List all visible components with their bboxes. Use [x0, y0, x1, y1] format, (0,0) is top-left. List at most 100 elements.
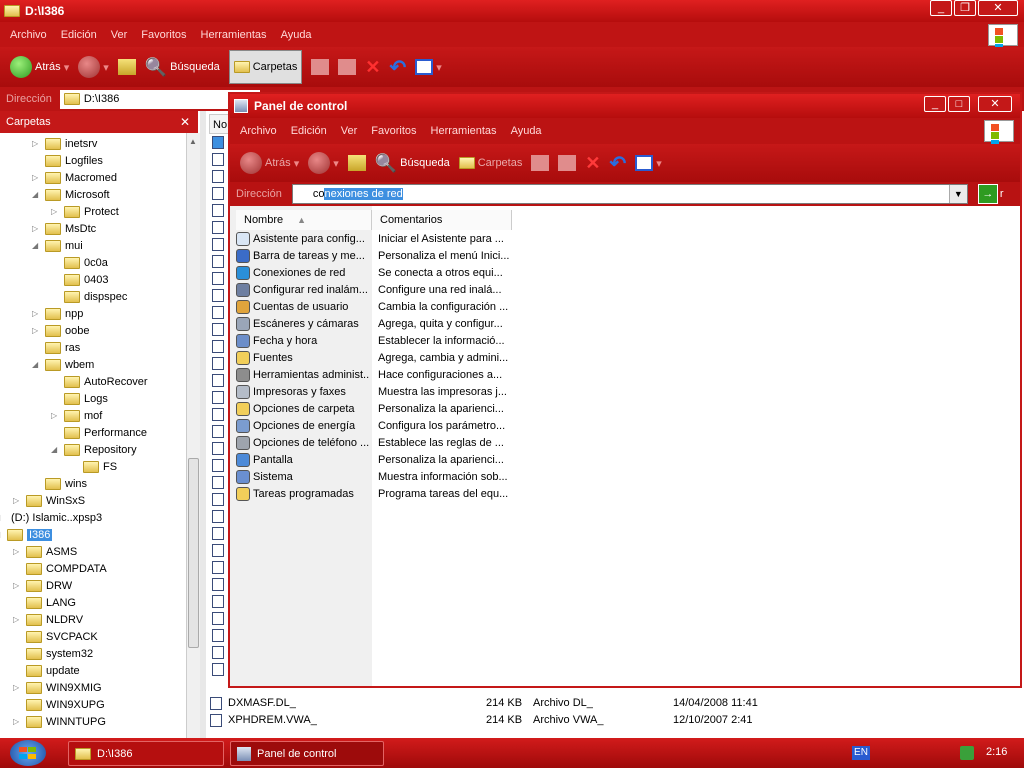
file-row[interactable]: XPHDREM.VWA_ 214 KB Archivo VWA_ 12/10/2… — [210, 712, 770, 728]
taskbar-button-i386[interactable]: D:\I386 — [68, 741, 224, 766]
tree-item[interactable]: ▷ MsDtc — [32, 220, 96, 237]
collapsed-arrow-icon[interactable]: ▷ — [32, 139, 41, 148]
collapsed-arrow-icon[interactable]: ▷ — [32, 326, 41, 335]
views-button[interactable]: ▾ — [415, 59, 442, 75]
file-icon[interactable] — [212, 153, 224, 166]
file-icon[interactable] — [212, 187, 224, 200]
collapsed-arrow-icon[interactable]: ▷ — [13, 683, 22, 692]
file-icon[interactable] — [212, 306, 224, 319]
tree-item[interactable]: ▷ WINNTUPG — [13, 713, 106, 730]
expanded-arrow-icon[interactable]: ◢ — [0, 530, 3, 539]
folders-button[interactable]: Carpetas — [458, 157, 522, 169]
collapsed-arrow-icon[interactable]: ▷ — [13, 581, 22, 590]
menu-archivo[interactable]: Archivo — [240, 125, 277, 137]
file-icon[interactable] — [212, 374, 224, 387]
tree-item[interactable]: ▷ WIN9XMIG — [13, 679, 102, 696]
file-icon[interactable] — [212, 527, 224, 540]
menu-ayuda[interactable]: Ayuda — [281, 29, 312, 41]
tree-item[interactable]: 0403 — [51, 271, 108, 288]
control-panel-item[interactable]: Opciones de energía Configura los parámet… — [230, 417, 510, 434]
tree-item[interactable]: ▷ NLDRV — [13, 611, 83, 628]
column-header-name[interactable]: Nombre ▲ — [236, 210, 372, 230]
file-icon[interactable] — [212, 544, 224, 557]
control-panel-item[interactable]: Opciones de carpeta Personaliza la aparie… — [230, 400, 510, 417]
back-button[interactable]: Atrás ▾ — [240, 152, 299, 174]
menu-ver[interactable]: Ver — [111, 29, 128, 41]
column-header-comments[interactable]: Comentarios — [372, 210, 512, 230]
delete-button[interactable]: ✕ — [365, 57, 380, 78]
tree-item[interactable]: system32 — [13, 645, 93, 662]
search-button[interactable]: 🔍 Búsqueda — [145, 57, 220, 78]
menu-herramientas[interactable]: Herramientas — [431, 125, 497, 137]
control-panel-item[interactable]: Asistente para config... Iniciar el Asist… — [230, 230, 510, 247]
tree-item[interactable]: 0c0a — [51, 254, 108, 271]
tree-item[interactable]: ◢ wbem — [32, 356, 94, 373]
control-panel-item[interactable]: Fuentes Agrega, cambia y admini... — [230, 349, 510, 366]
collapsed-arrow-icon[interactable]: ▷ — [32, 309, 41, 318]
file-icon[interactable] — [212, 170, 224, 183]
up-folder-button[interactable] — [117, 59, 136, 75]
back-button[interactable]: Atrás ▾ — [10, 56, 69, 78]
tree-item[interactable]: ▷ mof — [51, 407, 102, 424]
go-button[interactable]: → — [977, 184, 998, 204]
tree-item[interactable]: ▷ npp — [32, 305, 83, 322]
file-icon[interactable] — [212, 510, 224, 523]
menu-edicion[interactable]: Edición — [291, 125, 327, 137]
file-icon[interactable] — [212, 408, 224, 421]
menu-ayuda[interactable]: Ayuda — [511, 125, 542, 137]
maximize-button[interactable]: □ — [948, 96, 970, 112]
minimize-button[interactable]: _ — [924, 96, 946, 112]
expanded-arrow-icon[interactable]: ◢ — [51, 445, 60, 454]
tree-item[interactable]: update — [13, 662, 80, 679]
file-icon[interactable] — [212, 289, 224, 302]
file-icon[interactable] — [212, 663, 224, 676]
control-panel-item[interactable]: Impresoras y faxes Muestra las impresoras… — [230, 383, 510, 400]
tree-item[interactable]: Logfiles — [32, 152, 103, 169]
taskbar-button-control-panel[interactable]: Panel de control — [230, 741, 384, 766]
menu-herramientas[interactable]: Herramientas — [201, 29, 267, 41]
expanded-arrow-icon[interactable]: ◢ — [32, 360, 41, 369]
menu-archivo[interactable]: Archivo — [10, 29, 47, 41]
undo-button[interactable]: ↶ — [609, 151, 626, 176]
menu-favoritos[interactable]: Favoritos — [371, 125, 416, 137]
menu-edicion[interactable]: Edición — [61, 29, 97, 41]
address-input[interactable]: co nexiones de red ▼ — [291, 184, 968, 204]
control-panel-item[interactable]: Barra de tareas y me... Personaliza el me… — [230, 247, 510, 264]
start-button[interactable] — [10, 740, 46, 766]
minimize-button[interactable]: _ — [930, 0, 952, 16]
expanded-arrow-icon[interactable]: ◢ — [0, 513, 3, 522]
file-icon[interactable] — [212, 646, 224, 659]
control-panel-item[interactable]: Fecha y hora Establecer la informació... — [230, 332, 510, 349]
tree-item[interactable]: ▷ DRW — [13, 577, 72, 594]
tree-scrollbar[interactable]: ▲ — [186, 133, 200, 738]
collapsed-arrow-icon[interactable]: ▷ — [51, 411, 60, 420]
file-icon[interactable] — [212, 612, 224, 625]
tree-item[interactable]: wins — [32, 475, 87, 492]
collapsed-arrow-icon[interactable]: ▷ — [13, 615, 22, 624]
file-icon[interactable] — [212, 340, 224, 353]
delete-button[interactable]: ✕ — [585, 153, 600, 174]
tree-item[interactable]: ▷ WinSxS — [13, 492, 85, 509]
collapsed-arrow-icon[interactable]: ▷ — [13, 717, 22, 726]
title-bar[interactable]: Panel de control — [230, 94, 1020, 118]
menu-ver[interactable]: Ver — [341, 125, 358, 137]
tree-item[interactable]: WIN9XUPG — [13, 696, 105, 713]
address-dropdown-button[interactable]: ▼ — [948, 185, 967, 203]
tree-item[interactable]: FS — [70, 458, 117, 475]
file-icon[interactable] — [212, 357, 224, 370]
control-panel-item[interactable]: Opciones de teléfono ... Establece las re… — [230, 434, 510, 451]
tree-item[interactable]: Performance — [51, 424, 147, 441]
control-panel-item[interactable]: Cuentas de usuario Cambia la configuració… — [230, 298, 510, 315]
undo-button[interactable]: ↶ — [389, 55, 406, 80]
tree-item[interactable]: ▷ oobe — [32, 322, 89, 339]
tree-item[interactable]: ▷ Macromed — [32, 169, 117, 186]
tree-item[interactable]: ◢ Microsoft — [32, 186, 110, 203]
control-panel-item[interactable]: Escáneres y cámaras Agrega, quita y confi… — [230, 315, 510, 332]
file-icon[interactable] — [212, 255, 224, 268]
file-icon[interactable] — [212, 578, 224, 591]
scroll-thumb[interactable] — [188, 458, 199, 648]
copy-to-button[interactable] — [558, 155, 577, 171]
close-button[interactable]: ✕ — [978, 0, 1018, 16]
up-folder-button[interactable] — [347, 155, 366, 171]
expanded-arrow-icon[interactable]: ◢ — [32, 190, 41, 199]
